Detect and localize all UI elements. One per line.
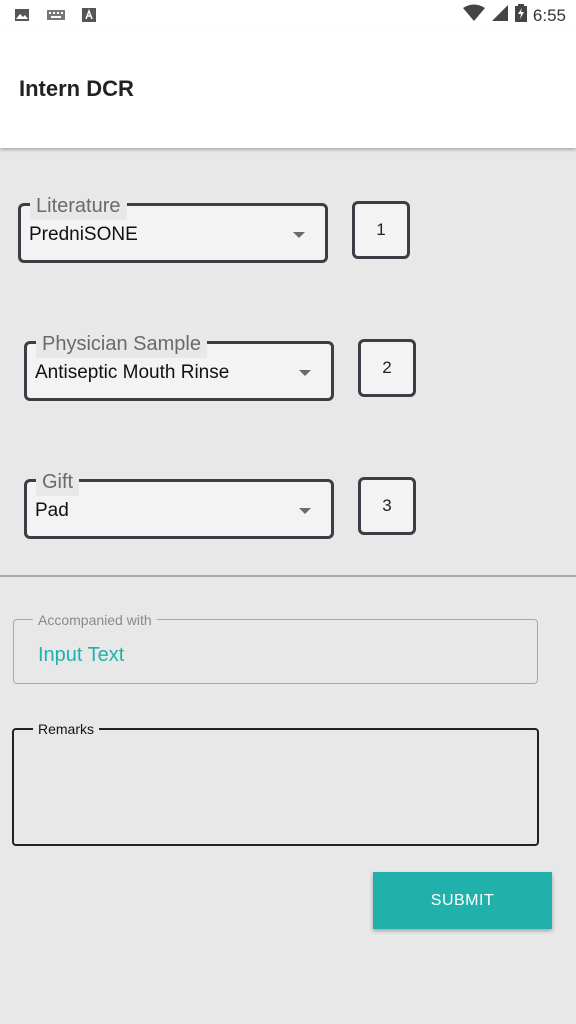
image-icon xyxy=(14,7,30,28)
battery-icon xyxy=(514,4,527,27)
chevron-down-icon xyxy=(299,508,311,514)
remarks-label: Remarks xyxy=(33,721,100,737)
physician-sample-selected-value: Antiseptic Mouth Rinse xyxy=(35,362,230,383)
literature-quantity[interactable]: 1 xyxy=(352,201,410,259)
wifi-icon xyxy=(462,4,485,27)
accompanied-with-label: Accompanied with xyxy=(33,612,157,628)
physician-sample-quantity[interactable]: 2 xyxy=(358,339,416,397)
signal-icon xyxy=(491,4,509,27)
status-bar: 6:55 xyxy=(0,0,576,30)
page-title: Intern DCR xyxy=(19,76,134,101)
app-bar: Intern DCR xyxy=(0,30,576,148)
gift-quantity[interactable]: 3 xyxy=(358,477,416,535)
gift-selected-value: Pad xyxy=(35,500,69,521)
accompanied-with-input[interactable]: Input Text xyxy=(38,644,124,667)
literature-label: Literature xyxy=(30,195,127,220)
physician-sample-label: Physician Sample xyxy=(36,333,207,358)
a-icon xyxy=(82,8,96,27)
divider xyxy=(0,575,576,577)
clock: 6:55 xyxy=(532,5,566,25)
literature-selected-value: PredniSONE xyxy=(29,224,138,245)
submit-button[interactable]: SUBMIT xyxy=(373,872,552,929)
chevron-down-icon xyxy=(299,370,311,376)
chevron-down-icon xyxy=(293,232,305,238)
gift-label: Gift xyxy=(36,471,80,496)
remarks-field[interactable] xyxy=(12,728,539,846)
keyboard-icon xyxy=(46,8,66,27)
accompanied-with-field[interactable]: Input Text xyxy=(13,619,538,684)
